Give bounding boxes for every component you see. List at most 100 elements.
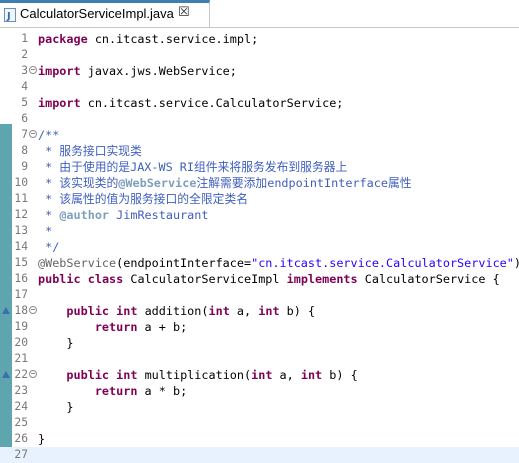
code-token: int [258,304,280,318]
code-line[interactable]: 7−/** [0,127,519,143]
close-icon[interactable]: ☒ [178,5,190,21]
code-token: CalculatorService { [357,272,500,286]
code-token: import [38,64,81,78]
code-line[interactable]: 24 } [0,399,519,415]
line-number: 11 [14,192,28,205]
code-token: a, [229,304,259,318]
line-number: 10 [14,176,28,189]
line-number: 20 [14,336,28,349]
line-number: 2 [21,48,28,61]
line-number: 6 [21,112,28,125]
code-token: * [38,208,60,222]
fold-toggle-icon[interactable]: − [29,370,37,378]
fold-toggle-icon[interactable]: − [29,130,37,138]
code-line[interactable]: 13 * [0,223,519,239]
code-line[interactable]: 9 * 由于使用的是JAX-WS RI组件来将服务发布到服务器上 [0,159,519,175]
code-token: @WebService [38,256,117,270]
code-token: class [87,272,124,286]
code-token: return [94,384,138,398]
code-line[interactable]: 6 [0,111,519,127]
line-number: 9 [21,160,28,173]
code-line[interactable]: 16 public class CalculatorServiceImpl imp… [0,271,519,287]
tab-title: CalculatorServiceImpl.java [20,6,174,21]
code-token: ) [514,256,519,270]
line-number: 19 [14,320,28,333]
code-token: int [116,304,138,318]
code-line[interactable]: 20 } [0,335,519,351]
code-token: public [38,272,81,286]
code-line[interactable]: 17 [0,287,519,303]
code-editor[interactable]: 1 package cn.itcast.service.impl; 2 3− impor… [0,28,519,463]
line-number: 21 [14,352,28,365]
code-token: import [38,96,81,110]
code-line[interactable]: 8 * 服务接口实现类 [0,143,519,159]
editor-tab-bar: J CalculatorServiceImpl.java ☒ [0,0,519,28]
override-marker-icon[interactable] [2,371,10,378]
code-line[interactable]: 22− public int multiplication(int a, int… [0,367,519,383]
code-token: a, [272,368,301,382]
line-number: 24 [14,400,28,413]
code-line[interactable]: 3− import javax.jws.WebService; [0,63,519,79]
line-number: 7 [21,128,28,141]
code-token: int [208,304,230,318]
fold-toggle-icon[interactable]: − [29,66,37,74]
code-text: */ [38,239,59,255]
code-line[interactable]: 23 return a * b; [0,383,519,399]
code-line[interactable]: 1 package cn.itcast.service.impl; [0,31,519,47]
code-line[interactable]: 2 [0,47,519,63]
code-line[interactable]: 18− public int addition(int a, int b) { [0,303,519,319]
override-marker-icon[interactable] [2,307,10,314]
line-number: 14 [14,240,28,253]
code-text: } [38,335,74,351]
code-line[interactable]: 11 * 该属性的值为服务接口的全限定类名 [0,191,519,207]
code-text: } [38,399,74,415]
code-token: * 服务接口实现类 [38,144,142,158]
line-number: 15 [14,256,28,269]
code-token: * 由于使用的是JAX-WS RI组件来将服务发布到服务器上 [38,160,348,174]
code-token: javax.jws.WebService; [80,64,237,78]
code-token: (endpointInterface= [116,256,252,270]
code-token: a + b; [137,320,188,334]
code-token: b) { [322,368,358,382]
code-text: import cn.itcast.service.CalculatorServi… [38,95,343,111]
code-token: * 该实现类的 [38,176,119,190]
code-line[interactable]: 27 [0,447,519,463]
code-line[interactable]: 5 import cn.itcast.service.CalculatorServ… [0,95,519,111]
code-token: implements [286,272,358,286]
code-text: * [38,223,52,239]
code-line[interactable]: 15 @WebService(endpointInterface="cn.itca… [0,255,519,271]
line-number: 8 [21,144,28,157]
code-token: @author [59,208,110,222]
code-line[interactable]: 25 [0,415,519,431]
code-token: } [38,336,74,350]
java-file-icon: J [4,8,16,22]
code-text: * 由于使用的是JAX-WS RI组件来将服务发布到服务器上 [38,159,347,175]
code-line[interactable]: 4 [0,79,519,95]
code-line[interactable]: 26} [0,431,519,447]
code-token: } [38,400,74,414]
code-token: public [66,368,110,382]
code-line[interactable]: 21 [0,351,519,367]
code-line[interactable]: 10 * 该实现类的@WebService注解需要添加endpointInter… [0,175,519,191]
code-token: 注解需要添加endpointInterface属性 [196,176,412,190]
code-line[interactable]: 12 * @author JimRestaurant [0,207,519,223]
code-line[interactable]: 14 */ [0,239,519,255]
line-number: 16 [14,272,28,285]
code-line[interactable]: 19 return a + b; [0,319,519,335]
line-number: 27 [14,448,28,461]
code-token: * 该属性的值为服务接口的全限定类名 [38,192,249,206]
line-number: 5 [21,96,28,109]
code-token: int [251,368,273,382]
code-token: int [116,368,138,382]
code-token: * [38,224,53,238]
code-text: * 服务接口实现类 [38,143,142,159]
fold-toggle-icon[interactable]: − [29,306,37,314]
code-token: b) { [279,304,316,318]
code-text: import javax.jws.WebService; [38,63,237,79]
tab-calculator-service-impl[interactable]: J CalculatorServiceImpl.java ☒ [0,0,210,27]
line-number: 4 [21,80,28,93]
